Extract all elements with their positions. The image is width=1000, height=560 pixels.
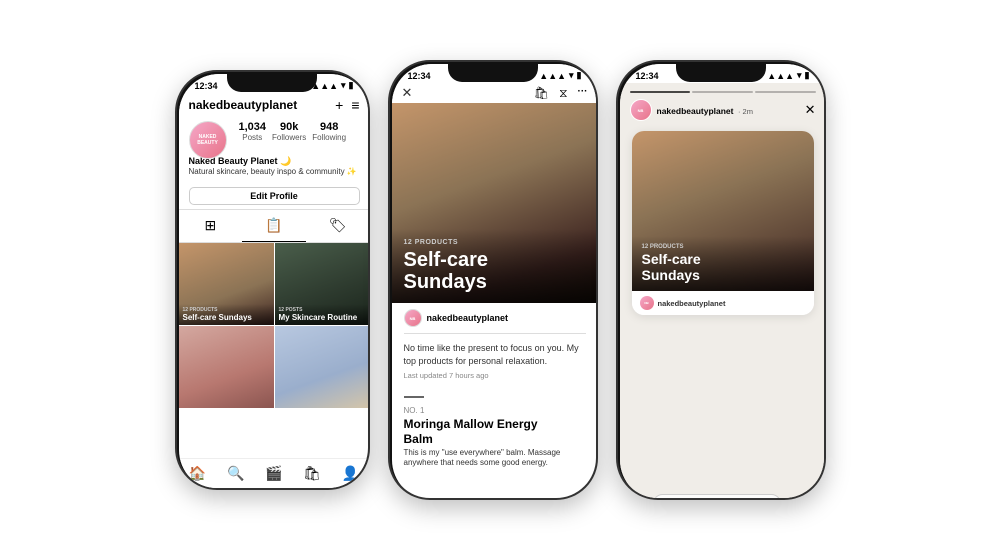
grid-cell-1[interactable]: 12 PRODUCTS Self-care Sundays	[179, 243, 274, 325]
guide-title: Self-careSundays	[404, 249, 586, 293]
status-icons-3: ▲▲▲ ▾ ▮	[767, 70, 809, 81]
story-header: NB nakedbeautyplanet · 2m ✕	[620, 97, 826, 127]
progress-bar-2	[692, 91, 753, 93]
phone-profile: 12:34 ▲▲▲ ▾ ▮ nakedbeautyplanet + ≡	[175, 70, 370, 490]
profile-stats: 1,034 Posts 90k Followers 948 Following	[239, 121, 347, 142]
time-1: 12:34	[195, 81, 218, 91]
story-close-button[interactable]: ✕	[805, 102, 816, 118]
tab-tagged[interactable]: 🏷	[306, 210, 370, 242]
guide-updated: Last updated 7 hours ago	[404, 371, 586, 380]
story-bottom-bar: 📷 Send message ··· ➤	[620, 494, 826, 500]
guide-author-name: nakedbeautyplanet	[427, 313, 509, 323]
add-icon[interactable]: +	[335, 97, 343, 113]
profile-info: Naked Beauty Planet 🌙 Natural skincare, …	[179, 156, 370, 183]
guide-product-name: Moringa Mallow EnergyBalm	[404, 417, 586, 446]
story-card-name: nakedbeautyplanet	[658, 299, 726, 308]
stat-followers[interactable]: 90k Followers	[272, 121, 306, 142]
story-time-ago: 2m	[743, 107, 753, 116]
battery-icon-2: ▮	[577, 70, 582, 81]
time-3: 12:34	[636, 71, 659, 81]
story-screen: NB nakedbeautyplanet · 2m ✕	[620, 83, 826, 500]
guide-filter-icon[interactable]: ⧖	[559, 86, 567, 101]
profile-bio: Natural skincare, beauty inspo & communi…	[189, 167, 360, 177]
battery-icon-3: ▮	[805, 70, 810, 81]
guide-top-bar: ✕ 🛍 ⧖ ···	[392, 83, 598, 103]
story-username: nakedbeautyplanet	[657, 106, 734, 116]
nav-home[interactable]: 🏠	[189, 465, 206, 482]
profile-header: nakedbeautyplanet + ≡ NAKEDBEAUTY 1,034	[179, 93, 370, 156]
profile-username: nakedbeautyplanet	[189, 98, 298, 112]
time-2: 12:34	[408, 71, 431, 81]
wifi-icon: ▾	[341, 80, 346, 91]
menu-icon[interactable]: ≡	[351, 97, 359, 113]
grid-overlay-1: 12 PRODUCTS Self-care Sundays	[179, 304, 274, 326]
story-card-title: Self-careSundays	[642, 252, 804, 283]
profile-grid: 12 PRODUCTS Self-care Sundays 12 POSTS M…	[179, 243, 370, 408]
guide-more-icon[interactable]: ···	[578, 86, 588, 101]
profile-area: nakedbeautyplanet + ≡ NAKEDBEAUTY 1,034	[179, 93, 370, 243]
story-card-badge: 12 PRODUCTS	[642, 244, 804, 250]
guide-product-desc: This is my "use everywhere" balm. Massag…	[404, 448, 586, 469]
story-message-input[interactable]: Send message	[653, 494, 782, 500]
guide-hero: 12 PRODUCTS Self-careSundays	[392, 103, 598, 303]
status-icons-1: ▲▲▲ ▾ ▮	[311, 80, 353, 91]
story-progress-bars	[620, 83, 826, 97]
profile-avatar[interactable]: NAKEDBEAUTY	[189, 121, 227, 159]
grid-overlay-2: 12 POSTS My Skincare Routine	[275, 304, 370, 326]
story-user-info[interactable]: NB nakedbeautyplanet · 2m	[630, 99, 753, 121]
guide-description: No time like the present to focus on you…	[392, 334, 598, 388]
nav-profile[interactable]: 👤	[342, 465, 359, 482]
phone-guide: 12:34 ▲▲▲ ▾ ▮ ✕ 🛍 ⧖ ··· 12 PRODUCTS	[388, 60, 598, 500]
story-card-image: 12 PRODUCTS Self-careSundays	[632, 131, 814, 291]
story-user-details: nakedbeautyplanet · 2m	[657, 101, 753, 119]
grid-cell-3[interactable]	[179, 326, 274, 408]
story-card[interactable]: 12 PRODUCTS Self-careSundays NB nakedbea…	[632, 131, 814, 315]
guide-avatar[interactable]: NB	[404, 309, 422, 327]
guide-product-number: NO. 1	[404, 406, 586, 415]
signal-icon-3: ▲▲▲	[767, 71, 794, 81]
stat-posts: 1,034 Posts	[239, 121, 267, 142]
notch	[227, 72, 317, 92]
nav-search[interactable]: 🔍	[227, 465, 244, 482]
story-card-avatar: NB	[640, 296, 654, 310]
progress-bar-3	[755, 91, 816, 93]
wifi-icon-2: ▾	[569, 70, 574, 81]
camera-icon[interactable]: 📷	[630, 495, 647, 500]
progress-bar-1	[630, 91, 691, 93]
guide-desc-text: No time like the present to focus on you…	[404, 342, 586, 367]
stat-following[interactable]: 948 Following	[312, 121, 346, 142]
wifi-icon-3: ▾	[797, 70, 802, 81]
tab-grid[interactable]: ⊞	[179, 210, 243, 242]
profile-top-bar: nakedbeautyplanet + ≡	[189, 97, 360, 113]
status-icons-2: ▲▲▲ ▾ ▮	[539, 70, 581, 81]
story-card-overlay: 12 PRODUCTS Self-careSundays	[632, 236, 814, 291]
phone-story: 12:34 ▲▲▲ ▾ ▮ NB	[616, 60, 826, 500]
profile-top-icons: + ≡	[335, 97, 359, 113]
guide-separator	[404, 396, 424, 398]
battery-icon: ▮	[349, 80, 354, 91]
guide-author: NB nakedbeautyplanet	[392, 303, 598, 333]
bottom-nav: 🏠 🔍 🎬 🛍 👤	[179, 458, 370, 488]
nav-reels[interactable]: 🎬	[265, 465, 282, 482]
story-card-author: NB nakedbeautyplanet	[632, 291, 814, 315]
notch-2	[448, 62, 538, 82]
guide-bag-icon[interactable]: 🛍	[534, 86, 549, 101]
notch-3	[676, 62, 766, 82]
guide-product-1: NO. 1 Moringa Mallow EnergyBalm This is …	[392, 406, 598, 469]
grid-cell-4[interactable]	[275, 326, 370, 408]
send-icon[interactable]: ➤	[805, 497, 815, 501]
guide-action-icons: 🛍 ⧖ ···	[534, 86, 588, 101]
guide-badge: 12 PRODUCTS	[404, 239, 586, 246]
guide-hero-overlay: 12 PRODUCTS Self-careSundays	[392, 229, 598, 303]
grid-cell-2[interactable]: 12 POSTS My Skincare Routine	[275, 243, 370, 325]
tab-guide[interactable]: 📋	[242, 210, 306, 242]
more-options-icon[interactable]: ···	[787, 497, 799, 501]
profile-tabs: ⊞ 📋 🏷	[179, 209, 370, 243]
nav-shop[interactable]: 🛍	[303, 465, 321, 482]
story-avatar[interactable]: NB	[630, 99, 652, 121]
edit-profile-button[interactable]: Edit Profile	[189, 187, 360, 205]
signal-icon-2: ▲▲▲	[539, 71, 566, 81]
guide-close-icon[interactable]: ✕	[402, 85, 413, 101]
